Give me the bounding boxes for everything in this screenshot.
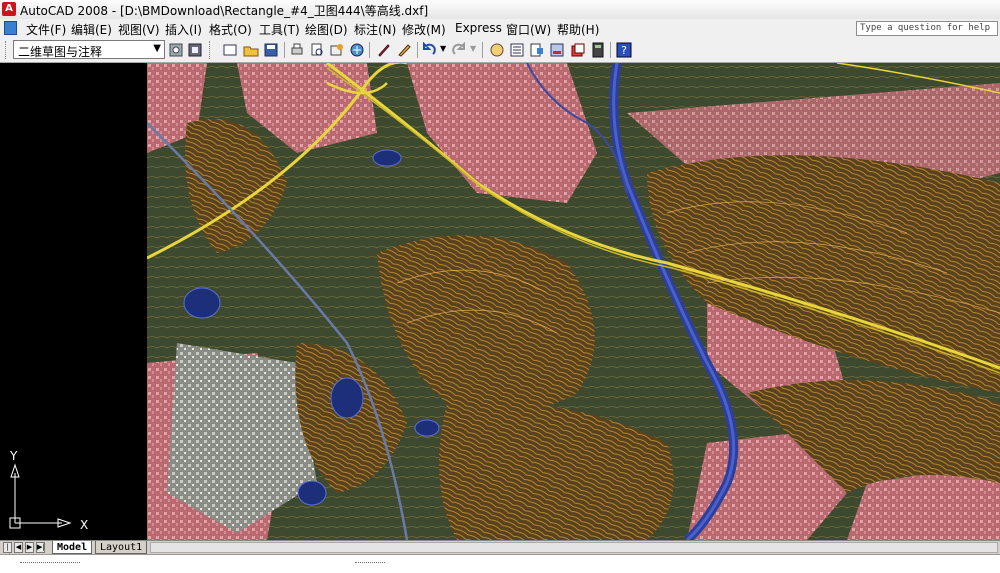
- svg-text:?: ?: [621, 44, 627, 57]
- title-bar: A AutoCAD 2008 - [D:\BMDownload\Rectangl…: [0, 0, 1000, 20]
- menu-draw[interactable]: 绘图(D): [305, 21, 348, 38]
- ucs-y-label: Y: [9, 449, 18, 463]
- separator: [610, 42, 611, 58]
- ucs-icon: Y X: [9, 449, 88, 532]
- tool-palettes-icon[interactable]: [549, 42, 565, 58]
- standard-toolbar: 二维草图与注释 ▼ ▼ ▼ ?: [0, 38, 1000, 63]
- menu-file[interactable]: 文件(F): [26, 21, 66, 38]
- undo-icon[interactable]: [421, 42, 437, 58]
- menu-window[interactable]: 窗口(W): [506, 21, 551, 38]
- command-history-line: [20, 562, 80, 567]
- plot-icon[interactable]: [289, 42, 305, 58]
- 3d-dwf-icon[interactable]: [349, 42, 365, 58]
- workspace-settings-icon[interactable]: [168, 42, 184, 58]
- window-title: AutoCAD 2008 - [D:\BMDownload\Rectangle_…: [20, 4, 429, 18]
- tab-layout1[interactable]: Layout1: [95, 541, 148, 554]
- menu-insert[interactable]: 插入(I): [165, 21, 202, 38]
- next-tab-icon[interactable]: ▶: [25, 542, 34, 553]
- block-editor-icon[interactable]: [396, 42, 412, 58]
- design-center-icon[interactable]: [529, 42, 545, 58]
- first-tab-icon[interactable]: |◀: [3, 542, 12, 560]
- tab-model[interactable]: Model: [52, 541, 93, 554]
- sheet-set-icon[interactable]: [570, 42, 586, 58]
- separator: [369, 42, 370, 58]
- menu-dimension[interactable]: 标注(N): [354, 21, 396, 38]
- open-icon[interactable]: [243, 42, 259, 58]
- prev-tab-icon[interactable]: ◀: [14, 542, 23, 553]
- separator: [482, 42, 483, 58]
- redo-icon[interactable]: [451, 42, 467, 58]
- menu-help[interactable]: 帮助(H): [557, 21, 599, 38]
- separator: [284, 42, 285, 58]
- layout-tabs-bar: |◀ ◀ ▶ ▶| Model Layout1: [0, 540, 1000, 560]
- menu-bar: 文件(F) 编辑(E) 视图(V) 插入(I) 格式(O) 工具(T) 绘图(D…: [0, 19, 1000, 39]
- help-search-input[interactable]: Type a question for help: [856, 21, 998, 36]
- pan-icon[interactable]: [489, 42, 505, 58]
- workspace-lock-icon[interactable]: [187, 42, 203, 58]
- undo-dropdown-icon[interactable]: ▼: [440, 44, 446, 53]
- ucs-x-label: X: [80, 518, 88, 532]
- drawing-area[interactable]: Y X: [0, 63, 1000, 540]
- dropdown-arrow-icon[interactable]: ▼: [153, 43, 161, 54]
- help-icon[interactable]: ?: [616, 42, 632, 58]
- properties-icon[interactable]: [509, 42, 525, 58]
- menu-format[interactable]: 格式(O): [209, 21, 252, 38]
- plot-preview-icon[interactable]: [309, 42, 325, 58]
- menu-view[interactable]: 视图(V): [118, 21, 160, 38]
- command-line[interactable]: [0, 554, 1000, 573]
- publish-icon[interactable]: [329, 42, 345, 58]
- toolbar-grip[interactable]: [5, 41, 9, 59]
- workspace-value: 二维草图与注释: [18, 45, 103, 59]
- menu-express[interactable]: Express: [455, 21, 502, 35]
- redo-dropdown-icon[interactable]: ▼: [470, 44, 476, 53]
- quickcalc-icon[interactable]: [590, 42, 606, 58]
- menu-edit[interactable]: 编辑(E): [71, 21, 112, 38]
- last-tab-icon[interactable]: ▶|: [36, 542, 45, 553]
- command-history-line: [355, 562, 385, 567]
- match-properties-icon[interactable]: [376, 42, 392, 58]
- menu-tools[interactable]: 工具(T): [259, 21, 300, 38]
- save-icon[interactable]: [263, 42, 279, 58]
- menu-modify[interactable]: 修改(M): [402, 21, 446, 38]
- separator: [417, 42, 418, 58]
- autocad-app-icon[interactable]: A: [2, 2, 16, 16]
- workspace-select[interactable]: 二维草图与注释 ▼: [13, 40, 165, 59]
- document-icon[interactable]: [4, 21, 17, 35]
- satellite-contour-map[interactable]: [147, 63, 1000, 540]
- toolbar-grip-2[interactable]: [209, 41, 213, 59]
- horizontal-scrollbar[interactable]: [150, 542, 998, 553]
- new-icon[interactable]: [222, 42, 238, 58]
